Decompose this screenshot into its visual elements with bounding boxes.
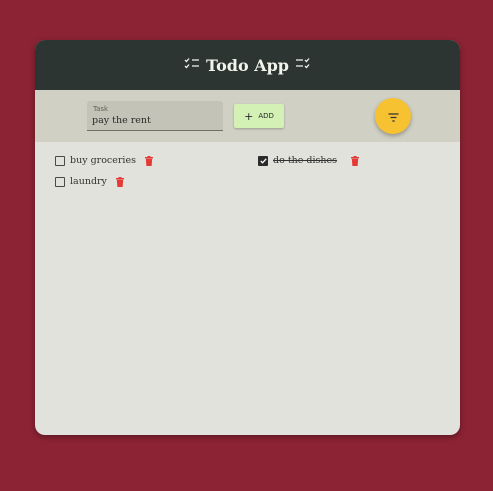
delete-icon[interactable] <box>115 176 124 187</box>
todo-text: do the dishes <box>273 155 338 166</box>
todo-checkbox-checked[interactable] <box>258 155 268 166</box>
delete-icon[interactable] <box>351 155 360 166</box>
checklist-left-icon <box>184 57 200 73</box>
task-field-label: Task <box>93 105 109 113</box>
todo-item: do the dishes <box>258 155 360 166</box>
filter-icon <box>388 107 399 126</box>
checklist-right-icon <box>295 57 311 73</box>
app-title: Todo App <box>206 55 289 75</box>
task-input[interactable] <box>92 115 217 126</box>
add-button[interactable]: + ADD <box>234 104 284 128</box>
todo-text: laundry <box>70 176 107 187</box>
filter-button[interactable] <box>375 98 411 134</box>
plus-icon: + <box>244 109 254 123</box>
add-button-label: ADD <box>258 112 274 120</box>
todo-item: laundry <box>55 176 124 187</box>
task-field[interactable]: Task <box>87 101 223 131</box>
todo-item: buy groceries <box>55 155 153 166</box>
input-toolbar: Task + ADD <box>35 90 460 142</box>
delete-icon[interactable] <box>144 155 153 166</box>
todo-checkbox[interactable] <box>55 176 65 187</box>
todo-checkbox[interactable] <box>55 155 65 166</box>
todo-text: buy groceries <box>70 155 136 166</box>
app-header: Todo App <box>35 40 460 90</box>
todo-app-card: Todo App Task + ADD <box>35 40 460 435</box>
